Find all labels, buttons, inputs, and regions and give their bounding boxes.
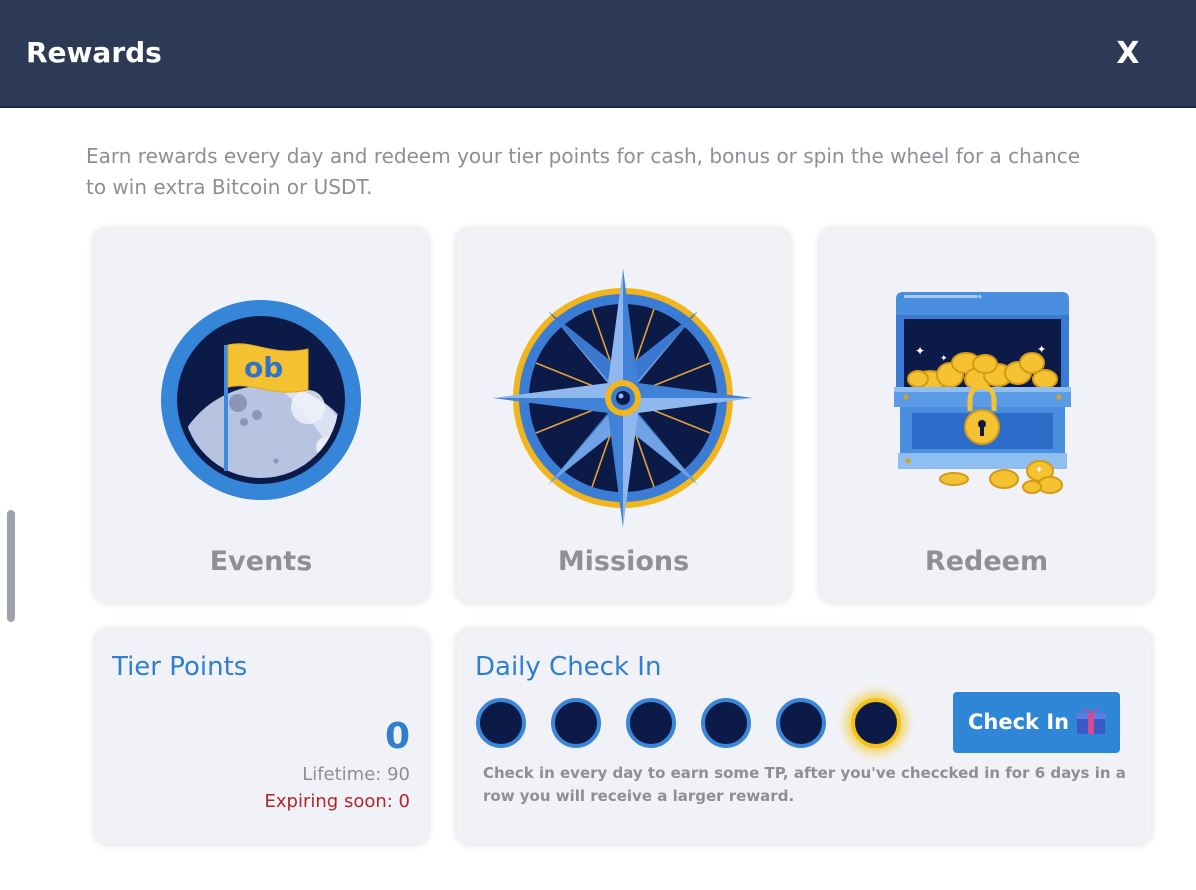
events-label: Events — [209, 546, 313, 577]
check-in-day-3 — [626, 698, 676, 748]
check-in-button[interactable]: Check In — [953, 692, 1120, 753]
modal-header: Rewards X — [0, 0, 1196, 108]
modal-title: Rewards — [26, 36, 162, 69]
redeem-card[interactable]: ✦ ✦ ✦ ✦ Redeem — [820, 229, 1153, 602]
events-card[interactable]: ob Events — [94, 229, 428, 602]
check-in-day-6 — [851, 698, 901, 748]
expiring-points: Expiring soon: 0 — [264, 791, 410, 812]
daily-check-in-card: Daily Check In Check In Check in every d… — [457, 630, 1151, 844]
daily-check-in-title: Daily Check In — [475, 652, 662, 682]
svg-text:✦: ✦ — [1035, 465, 1043, 476]
check-in-button-label: Check In — [968, 710, 1070, 734]
treasure-chest-icon: ✦ ✦ ✦ ✦ — [894, 292, 1071, 494]
tier-points-value: 0 — [384, 716, 410, 757]
svg-text:✦: ✦ — [915, 344, 925, 358]
close-button[interactable]: X — [1108, 30, 1148, 78]
check-in-day-2 — [551, 698, 601, 748]
lifetime-points: Lifetime: 90 — [302, 764, 410, 785]
moon-flag-icon: ob — [161, 300, 361, 500]
check-in-day-4 — [701, 698, 751, 748]
flag-label: ob — [244, 351, 283, 384]
compass-icon — [493, 268, 753, 528]
intro-text: Earn rewards every day and redeem your t… — [86, 144, 1081, 199]
scrollbar-thumb[interactable] — [7, 510, 15, 622]
check-in-note: Check in every day to earn some TP, afte… — [483, 764, 1126, 805]
check-in-day-5 — [776, 698, 826, 748]
tier-points-title: Tier Points — [112, 652, 248, 682]
gift-icon — [1076, 708, 1106, 734]
tier-points-card: Tier Points 0 Lifetime: 90 Expiring soon… — [95, 630, 428, 844]
redeem-label: Redeem — [924, 546, 1049, 577]
missions-label: Missions — [557, 546, 690, 577]
check-in-day-1 — [476, 698, 526, 748]
missions-card[interactable]: Missions — [457, 229, 790, 602]
